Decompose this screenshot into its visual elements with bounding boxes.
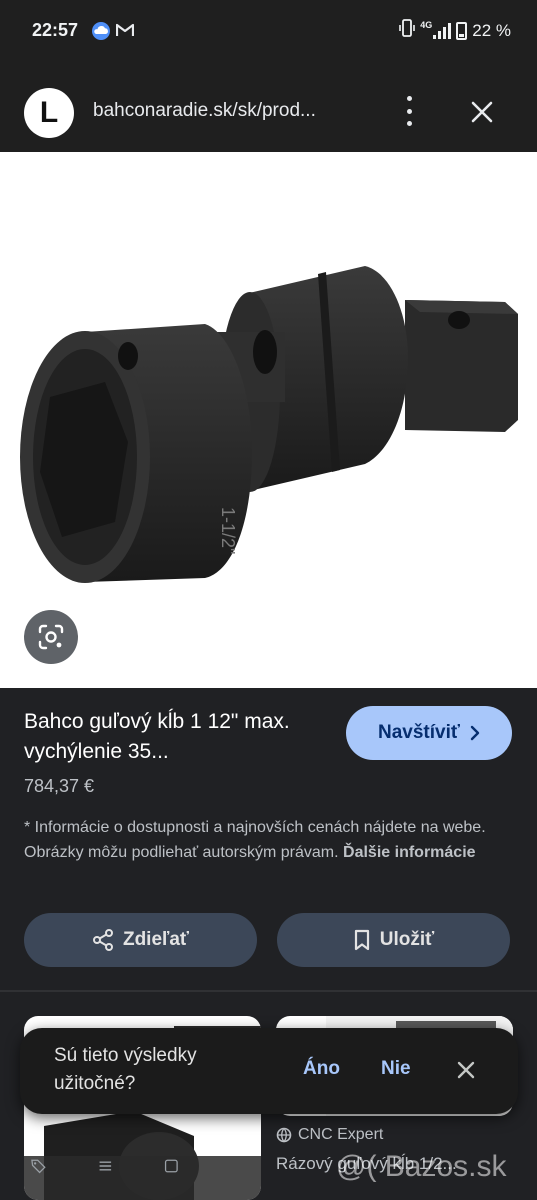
lens-search-button[interactable] [24,610,78,664]
close-icon[interactable] [468,98,496,126]
feedback-no-button[interactable]: Nie [381,1058,411,1080]
globe-icon [276,1127,292,1143]
visit-button[interactable]: Navštíviť [346,706,512,760]
save-button[interactable]: Uložiť [277,913,510,967]
tag-icon[interactable] [30,1153,47,1179]
divider [0,990,537,992]
lens-icon [38,624,64,650]
gmail-icon [115,22,135,42]
close-icon[interactable] [456,1060,476,1080]
more-info-link[interactable]: Ďalšie informácie [343,844,476,861]
square-icon[interactable] [163,1153,180,1179]
feedback-yes-button[interactable]: Áno [303,1058,340,1080]
url-text[interactable]: bahconaradie.sk/sk/prod... [93,100,316,122]
save-label: Uložiť [379,929,435,950]
status-right: 4G 22 % [399,19,511,42]
product-title[interactable]: Bahco guľový kĺb 1 12" max. vychýlenie 3… [24,707,334,767]
feedback-question: Sú tieto výsledky užitočné? [54,1045,197,1094]
network-type: 4G [420,19,433,30]
bookmark-icon [354,929,369,951]
related-source-name: CNC Expert [298,1126,384,1143]
menu-icon[interactable] [97,1153,114,1179]
bottom-overlay [30,1148,180,1184]
battery-icon [456,21,468,40]
socket-marking: 1-1/2" [218,507,238,554]
disclaimer: * Informácie o dostupnosti a najnovších … [24,816,514,865]
related-source: CNC Expert [276,1126,383,1144]
site-logo[interactable]: L [24,88,74,138]
visit-button-label: Navštíviť [378,722,460,743]
share-icon [92,929,113,951]
product-price: 784,37 € [24,776,95,796]
feedback-toast: Sú tieto výsledky užitočné? Áno Nie [20,1028,518,1114]
cloud-icon [91,22,111,45]
vibrate-icon [399,19,416,42]
share-label: Zdieľať [122,929,190,950]
chevron-right-icon [470,725,480,741]
watermark: @( Bazos.sk [336,1150,507,1183]
status-time: 22:57 [32,20,79,40]
signal-icon [433,22,452,39]
share-button[interactable]: Zdieľať [24,913,257,967]
battery-percent: 22 % [472,20,511,40]
product-image[interactable]: 1-1/2" [0,152,537,688]
more-options-icon[interactable] [397,96,421,126]
